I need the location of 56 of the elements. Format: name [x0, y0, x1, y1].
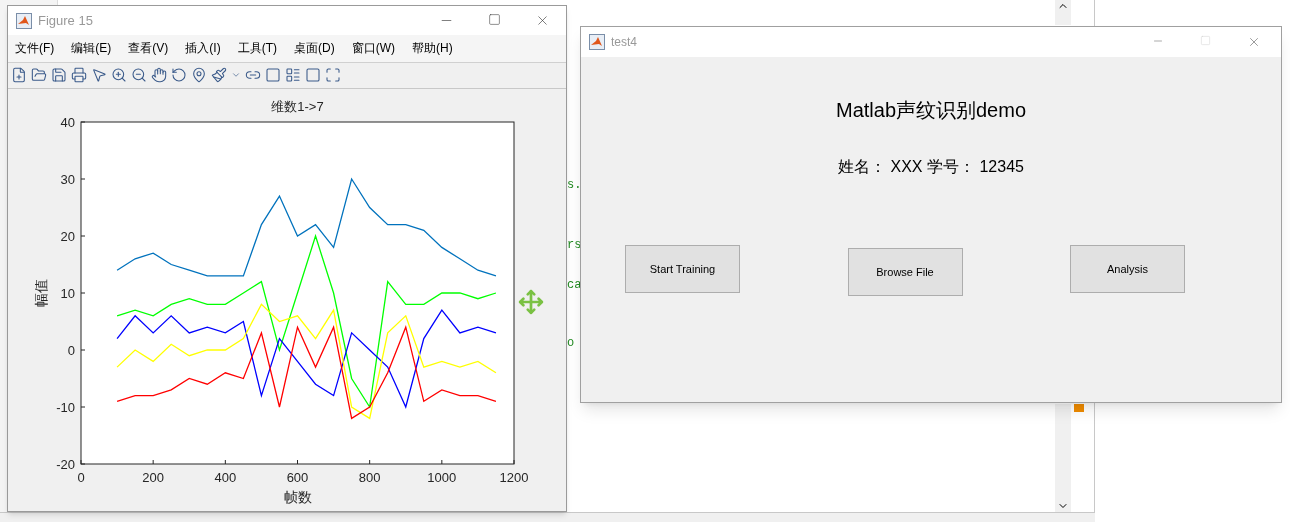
- zoom-in-icon[interactable]: [111, 67, 127, 84]
- action-button[interactable]: Start Training: [625, 245, 740, 293]
- chart-title: 维数1->7: [271, 99, 324, 114]
- menu-item[interactable]: 编辑(E): [71, 39, 112, 58]
- code-comment: ca: [567, 277, 582, 294]
- save-icon[interactable]: [51, 67, 67, 84]
- y-tick-label: -20: [56, 457, 75, 472]
- y-tick-label: 40: [60, 115, 75, 130]
- pointer-icon[interactable]: [91, 67, 107, 84]
- student-info: 姓名： XXX 学号： 12345: [838, 157, 1024, 177]
- menu-item[interactable]: 桌面(D): [294, 39, 335, 58]
- new-file-icon[interactable]: [11, 67, 27, 84]
- app-logo-icon: [589, 34, 605, 50]
- print-icon[interactable]: [71, 67, 87, 84]
- action-button[interactable]: Analysis: [1070, 245, 1185, 293]
- action-button[interactable]: Browse File: [847, 248, 963, 296]
- brush-icon[interactable]: [211, 67, 227, 84]
- x-tick-label: 400: [214, 470, 237, 485]
- y-tick-label: 20: [60, 229, 75, 244]
- x-tick-label: 800: [358, 470, 381, 485]
- y-axis-label: 幅值: [33, 279, 49, 307]
- x-tick-label: 200: [142, 470, 164, 485]
- y-tick-label: 0: [67, 343, 75, 358]
- close-icon[interactable]: [1247, 35, 1261, 49]
- code-comment: s.: [567, 177, 582, 194]
- menu-item[interactable]: 文件(F): [15, 39, 55, 58]
- x-tick-label: 600: [286, 470, 309, 485]
- open-folder-icon[interactable]: [31, 67, 47, 84]
- y-tick-label: -10: [56, 400, 75, 415]
- menu-item[interactable]: 帮助(H): [412, 39, 453, 58]
- app-logo-icon: [16, 12, 32, 29]
- zoom-out-icon[interactable]: [131, 67, 147, 84]
- y-tick-label: 10: [60, 286, 75, 301]
- scrollbar-track[interactable]: [1055, 0, 1071, 25]
- maximize-icon[interactable]: [488, 13, 501, 27]
- heading: Matlab声纹识别demo: [835, 98, 1027, 123]
- menu-item[interactable]: 窗口(W): [351, 39, 395, 58]
- legend-icon[interactable]: [285, 67, 301, 84]
- x-axis-label: 帧数: [283, 489, 312, 505]
- window-title: Figure 15: [38, 11, 93, 30]
- menu-item[interactable]: 工具(T): [237, 39, 277, 58]
- hand-icon[interactable]: [151, 67, 167, 84]
- frame-icon[interactable]: [325, 67, 341, 84]
- code-comment: rs: [567, 237, 582, 254]
- warning-marker-icon: [1074, 404, 1084, 412]
- square-icon[interactable]: [305, 67, 321, 84]
- code-comment: o: [567, 335, 575, 352]
- x-tick-label: 1200: [499, 470, 529, 485]
- x-tick-label: 0: [77, 470, 85, 485]
- x-tick-label: 1000: [427, 470, 457, 485]
- menu-item[interactable]: 查看(V): [128, 39, 169, 58]
- window-title: test4: [611, 34, 637, 51]
- y-tick-label: 30: [60, 172, 75, 187]
- scrollbar-track[interactable]: [1055, 404, 1071, 512]
- menu-item[interactable]: 插入(I): [185, 39, 221, 58]
- rotate-icon[interactable]: [171, 67, 187, 84]
